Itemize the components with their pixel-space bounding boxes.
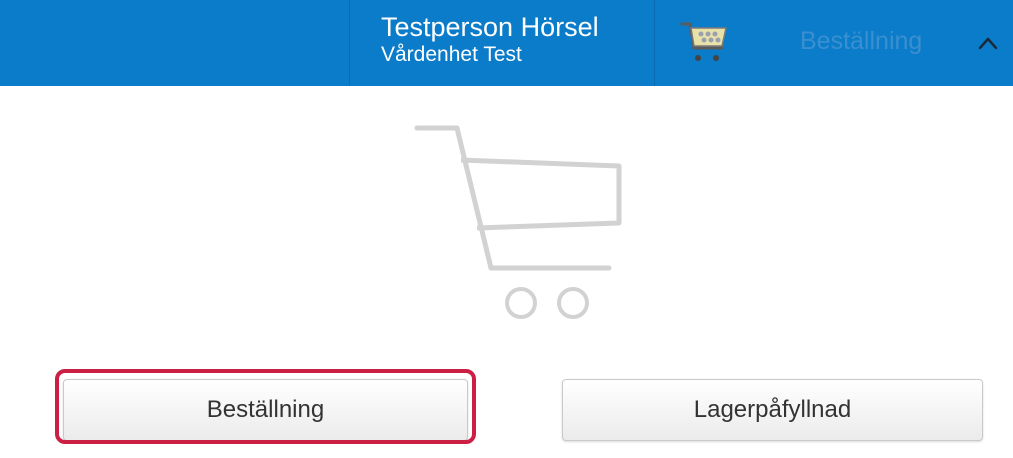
restock-button[interactable]: Lagerpåfyllnad <box>562 379 983 441</box>
page: Testperson Hörsel Vårdenhet Test Beställ… <box>0 0 1013 458</box>
divider <box>349 0 350 86</box>
shopping-cart-icon <box>414 125 622 319</box>
top-bar: Testperson Hörsel Vårdenhet Test Beställ… <box>0 0 1013 86</box>
care-unit-name: Vårdenhet Test <box>381 43 522 66</box>
user-info[interactable]: Testperson Hörsel Vårdenhet Test <box>381 12 599 68</box>
divider <box>654 0 655 86</box>
chevron-up-icon[interactable] <box>978 36 998 50</box>
cart-icon[interactable] <box>680 18 732 66</box>
highlight-frame <box>55 369 476 444</box>
order-menu-label[interactable]: Beställning <box>800 27 922 56</box>
user-name: Testperson Hörsel <box>381 12 599 42</box>
